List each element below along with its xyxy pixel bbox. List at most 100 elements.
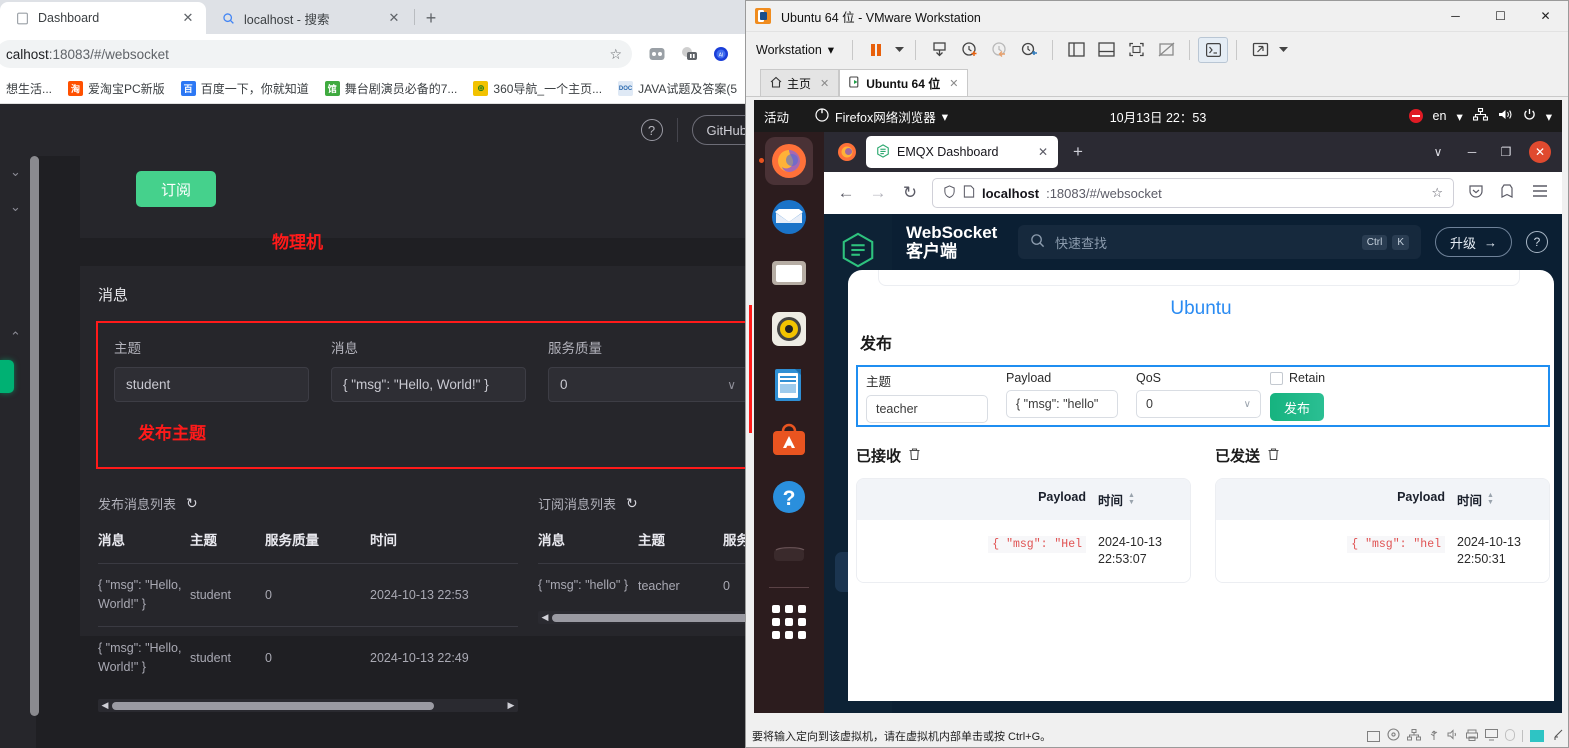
rhythmbox-icon[interactable]	[765, 305, 813, 353]
workstation-menu[interactable]: Workstation ▾	[756, 42, 844, 58]
payload-input[interactable]: { "msg": "Hello, World!" }	[331, 367, 526, 402]
subscribe-button[interactable]: 订阅	[136, 171, 216, 207]
back-icon[interactable]: ←	[836, 183, 856, 203]
close-button[interactable]: ✕	[1523, 1, 1568, 31]
vm-tab-ubuntu[interactable]: Ubuntu 64 位 ✕	[839, 69, 969, 96]
save-to-pocket-icon[interactable]	[1498, 183, 1518, 204]
bookmark-item[interactable]: 馆 舞台剧演员必备的7...	[324, 80, 457, 97]
host-tab-dashboard[interactable]: Dashboard ✕	[0, 2, 206, 34]
refresh-icon[interactable]: ↻	[626, 495, 638, 512]
files-icon[interactable]	[765, 249, 813, 297]
stretch-guest-icon[interactable]	[1245, 37, 1275, 63]
close-icon[interactable]: ✕	[820, 77, 829, 90]
topic-input[interactable]: teacher	[866, 395, 988, 423]
retain-checkbox[interactable]	[1270, 371, 1283, 385]
thunderbird-icon[interactable]	[765, 193, 813, 241]
trash-icon[interactable]	[765, 529, 813, 577]
sort-icon[interactable]: ▲ ▼	[1487, 492, 1494, 506]
ai-orb-icon[interactable]: AI	[712, 45, 730, 63]
clock[interactable]: 10月13日 22：53	[1110, 107, 1207, 126]
show-apps-icon[interactable]	[765, 598, 813, 646]
ubuntu-software-icon[interactable]	[765, 417, 813, 465]
scrollbar-thumb[interactable]	[552, 613, 770, 622]
expand-icon[interactable]	[1551, 729, 1564, 744]
language-indicator[interactable]: en	[1433, 109, 1447, 123]
bookmark-item[interactable]: DOC JAVA试题及答案(5	[618, 80, 737, 97]
show-left-pane-icon[interactable]	[1061, 37, 1091, 63]
retain-field-group[interactable]: Retain	[1270, 371, 1325, 385]
close-icon[interactable]: ✕	[1038, 145, 1048, 159]
show-bottom-pane-icon[interactable]	[1091, 37, 1121, 63]
help-icon[interactable]: ?	[640, 119, 663, 141]
close-icon[interactable]: ✕	[180, 10, 196, 26]
close-button[interactable]: ✕	[1529, 141, 1551, 163]
snapshot-manager-icon[interactable]	[1014, 37, 1044, 63]
scroll-right-arrow-icon[interactable]: ▶	[506, 700, 516, 711]
console-view-icon[interactable]	[1198, 36, 1229, 63]
bookmark-item[interactable]: 百 百度一下，你就知道	[180, 80, 309, 97]
bookmark-star-icon[interactable]: ☆	[1431, 185, 1443, 201]
list-all-tabs-icon[interactable]: ∨	[1422, 136, 1454, 168]
qos-select[interactable]: 0 ∨	[548, 367, 748, 402]
hamburger-menu-icon[interactable]	[1530, 183, 1550, 203]
vm-power-indicator[interactable]	[1530, 730, 1544, 742]
firefox-tab-emqx[interactable]: EMQX Dashboard ✕	[866, 136, 1058, 168]
address-bar[interactable]: calhost:18083/#/websocket ☆	[0, 40, 632, 68]
chevron-up-icon[interactable]: ⌃	[10, 329, 21, 345]
power-icon[interactable]	[1523, 108, 1536, 124]
horizontal-scrollbar[interactable]: ◀	[538, 611, 770, 624]
firefox-address-bar[interactable]: localhost:18083/#/websocket ☆	[932, 178, 1454, 208]
sound-icon[interactable]	[1447, 729, 1459, 743]
col-time-wrap[interactable]: 时间 ▲ ▼	[1098, 490, 1190, 509]
scroll-left-arrow-icon[interactable]: ◀	[540, 612, 550, 623]
close-icon[interactable]: ✕	[949, 77, 958, 90]
extensions-ghost-icon[interactable]	[680, 45, 698, 63]
bookmark-item[interactable]: 想生活...	[6, 80, 52, 97]
sort-icon[interactable]: ▲ ▼	[1128, 492, 1135, 506]
bookmark-item[interactable]: 淘 爱淘宝PC新版	[68, 80, 165, 97]
network-icon[interactable]	[1472, 107, 1488, 124]
payload-input[interactable]: { "msg": "hello"	[1006, 390, 1118, 418]
network-adapter-icon[interactable]	[1407, 728, 1421, 744]
chevron-down-icon[interactable]: ▾	[1546, 109, 1552, 124]
help-icon[interactable]: ?	[765, 473, 813, 521]
display-icon[interactable]	[1485, 728, 1498, 744]
pause-icon[interactable]	[861, 37, 891, 63]
refresh-icon[interactable]: ↻	[186, 495, 198, 512]
upgrade-button[interactable]: 升级 →	[1434, 227, 1512, 257]
maximize-button[interactable]: ☐	[1478, 1, 1523, 31]
search-input[interactable]: 快速查找 Ctrl K	[1018, 225, 1421, 259]
minimize-button[interactable]: ─	[1433, 1, 1478, 31]
trash-icon[interactable]	[1267, 447, 1280, 464]
cd-icon[interactable]	[1387, 728, 1400, 744]
new-tab-button[interactable]: +	[1063, 137, 1093, 167]
printer-icon[interactable]	[1466, 729, 1478, 744]
chevron-down-icon[interactable]: ⌄	[10, 164, 21, 180]
help-icon[interactable]: ?	[1526, 231, 1548, 253]
bookmark-star-icon[interactable]: ☆	[609, 46, 622, 63]
host-tab-localhost-search[interactable]: localhost - 搜索 ✕	[206, 2, 412, 34]
vertical-scrollbar[interactable]	[30, 156, 39, 716]
new-tab-button[interactable]: +	[417, 4, 445, 32]
record-icon[interactable]	[1408, 109, 1423, 123]
vm-tab-home[interactable]: 主页 ✕	[760, 69, 840, 96]
forward-icon[interactable]: →	[868, 183, 888, 203]
take-snapshot-icon[interactable]	[954, 37, 984, 63]
mouse-icon[interactable]	[1505, 728, 1515, 744]
activities-button[interactable]: 活动	[764, 107, 789, 126]
snapshot-icon[interactable]	[924, 37, 954, 63]
chevron-down-icon[interactable]: ⌄	[10, 199, 21, 215]
hard-disk-icon[interactable]	[1367, 730, 1380, 742]
system-status-area[interactable]: en ▾ ▾	[1408, 107, 1552, 124]
horizontal-scrollbar[interactable]: ◀ ▶	[98, 699, 518, 712]
usb-icon[interactable]	[1428, 729, 1440, 744]
minimize-button[interactable]: ─	[1456, 136, 1488, 168]
scrollbar-thumb[interactable]	[112, 701, 434, 710]
bookmark-item[interactable]: ⊕ 360导航_一个主页...	[473, 80, 602, 97]
unity-mode-icon[interactable]	[1151, 37, 1181, 63]
close-icon[interactable]: ✕	[386, 10, 402, 26]
qos-select[interactable]: 0 ∨	[1136, 390, 1261, 418]
publish-button[interactable]: 发布	[1270, 393, 1325, 421]
libreoffice-writer-icon[interactable]	[765, 361, 813, 409]
firefox-icon[interactable]	[759, 137, 813, 185]
